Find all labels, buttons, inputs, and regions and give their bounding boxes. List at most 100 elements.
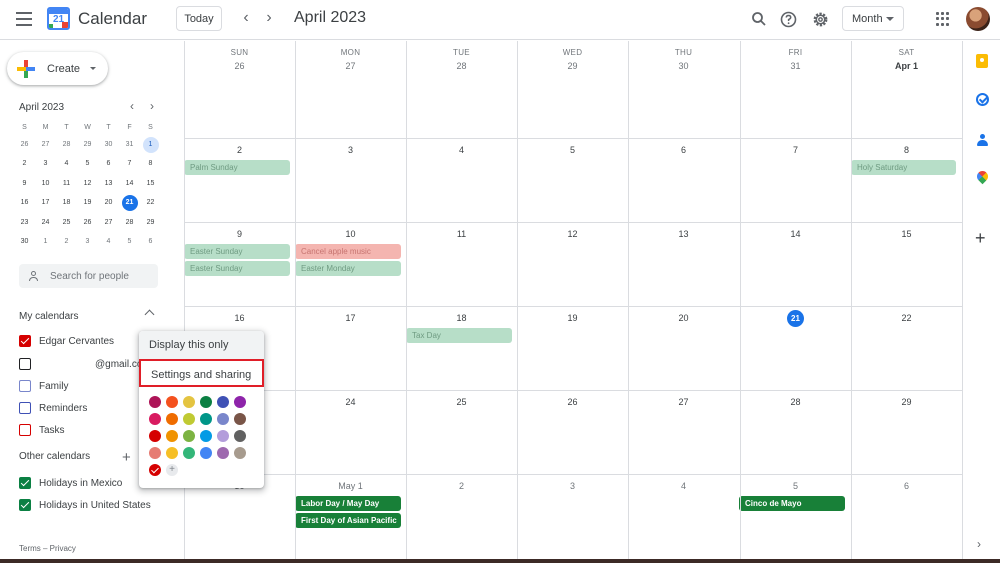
checkbox[interactable]	[19, 424, 31, 436]
event-chip[interactable]: Palm Sunday	[184, 160, 290, 175]
day-number[interactable]: 4	[628, 481, 739, 491]
mini-day[interactable]: 15	[140, 174, 161, 194]
day-number[interactable]: 3	[295, 145, 406, 155]
mini-day[interactable]: 29	[140, 213, 161, 233]
mini-day[interactable]: 8	[140, 155, 161, 175]
day-number[interactable]: 2	[406, 481, 517, 491]
mini-day[interactable]: 30	[14, 233, 35, 253]
color-swatch[interactable]	[166, 430, 178, 442]
color-swatch[interactable]	[149, 447, 161, 459]
day-number[interactable]: 18	[406, 313, 517, 323]
settings-icon[interactable]	[809, 8, 831, 30]
day-number[interactable]: 5	[740, 481, 851, 491]
checkbox[interactable]	[19, 380, 31, 392]
maps-icon[interactable]	[974, 168, 991, 185]
event-chip[interactable]: Labor Day / May Day	[295, 496, 401, 511]
day-number[interactable]: 19	[517, 313, 628, 323]
mini-day[interactable]: 16	[14, 194, 35, 214]
day-number[interactable]: 27	[295, 61, 406, 71]
mini-day[interactable]: 27	[35, 135, 56, 155]
mini-day[interactable]: 2	[14, 155, 35, 175]
color-swatch[interactable]	[234, 430, 246, 442]
mini-day[interactable]: 5	[119, 233, 140, 253]
mini-day[interactable]: 26	[14, 135, 35, 155]
color-swatch[interactable]	[200, 430, 212, 442]
mini-day[interactable]: 22	[140, 194, 161, 214]
event-chip[interactable]: Easter Sunday	[184, 261, 290, 276]
day-number[interactable]: 25	[406, 397, 517, 407]
color-swatch[interactable]	[166, 396, 178, 408]
mini-day[interactable]: 1	[140, 135, 161, 155]
calendar-item-holidays-us[interactable]: Holidays in United States	[19, 498, 151, 512]
color-swatch[interactable]	[183, 413, 195, 425]
color-swatch[interactable]	[166, 413, 178, 425]
checkbox[interactable]	[19, 335, 31, 347]
color-swatch[interactable]	[234, 447, 246, 459]
day-number[interactable]: 15	[851, 229, 962, 239]
day-number[interactable]: 9	[184, 229, 295, 239]
mini-day[interactable]: 11	[56, 174, 77, 194]
event-chip[interactable]: Holy Saturday	[851, 160, 956, 175]
menu-icon[interactable]	[16, 12, 32, 26]
day-number[interactable]: 7	[740, 145, 851, 155]
day-number[interactable]: 31	[740, 61, 851, 71]
settings-and-sharing-option[interactable]: Settings and sharing	[139, 359, 264, 387]
add-custom-color-icon[interactable]: +	[166, 464, 178, 476]
tasks-icon[interactable]	[976, 93, 989, 106]
day-number[interactable]: 12	[517, 229, 628, 239]
help-icon[interactable]	[777, 8, 799, 30]
day-number[interactable]: 5	[517, 145, 628, 155]
mini-day[interactable]: 2	[56, 233, 77, 253]
day-number[interactable]: 27	[628, 397, 739, 407]
mini-prev-icon[interactable]: ‹	[126, 99, 138, 113]
checkbox[interactable]	[19, 358, 31, 370]
day-number[interactable]: 6	[851, 481, 962, 491]
mini-day[interactable]: 31	[119, 135, 140, 155]
mini-day[interactable]: 24	[35, 213, 56, 233]
color-swatch[interactable]	[217, 430, 229, 442]
prev-period-button[interactable]: ‹	[239, 9, 253, 27]
mini-day[interactable]: 10	[35, 174, 56, 194]
mini-day[interactable]: 1	[35, 233, 56, 253]
mini-day[interactable]: 6	[140, 233, 161, 253]
day-number[interactable]: 4	[406, 145, 517, 155]
add-calendar-icon[interactable]: +	[122, 450, 131, 465]
contacts-icon[interactable]	[977, 134, 988, 146]
mini-day[interactable]: 17	[35, 194, 56, 214]
mini-day[interactable]: 20	[98, 194, 119, 214]
selected-color-swatch[interactable]	[149, 464, 161, 476]
day-number[interactable]: 28	[406, 61, 517, 71]
calendar-item-tasks[interactable]: Tasks	[19, 423, 65, 437]
mini-day[interactable]: 3	[35, 155, 56, 175]
search-icon[interactable]	[748, 8, 770, 30]
event-chip[interactable]: Cinco de Mayo	[739, 496, 845, 511]
calendar-item-edgar[interactable]: Edgar Cervantes	[19, 334, 114, 348]
chevron-up-icon[interactable]	[144, 309, 155, 320]
keep-icon[interactable]	[976, 54, 988, 68]
color-swatch[interactable]	[200, 447, 212, 459]
day-number[interactable]: 11	[406, 229, 517, 239]
color-swatch[interactable]	[183, 447, 195, 459]
event-chip[interactable]: Easter Sunday	[184, 244, 290, 259]
mini-day[interactable]: 12	[77, 174, 98, 194]
mini-day[interactable]: 14	[119, 174, 140, 194]
mini-day[interactable]: 23	[14, 213, 35, 233]
day-number[interactable]: 28	[740, 397, 851, 407]
color-swatch[interactable]	[149, 413, 161, 425]
mini-day[interactable]: 13	[98, 174, 119, 194]
chevron-right-icon[interactable]: ›	[977, 537, 981, 551]
display-this-only-option[interactable]: Display this only	[139, 331, 264, 359]
day-number[interactable]: 6	[628, 145, 739, 155]
mini-day[interactable]: 3	[77, 233, 98, 253]
mini-day[interactable]: 25	[56, 213, 77, 233]
mini-day[interactable]: 9	[14, 174, 35, 194]
color-swatch[interactable]	[234, 396, 246, 408]
color-swatch[interactable]	[217, 396, 229, 408]
day-number[interactable]: Apr 1	[851, 61, 962, 71]
create-button[interactable]: Create	[7, 52, 108, 85]
mini-day[interactable]: 4	[56, 155, 77, 175]
event-chip[interactable]: Cancel apple music	[295, 244, 401, 259]
color-swatch[interactable]	[166, 447, 178, 459]
mini-day[interactable]: 28	[56, 135, 77, 155]
view-selector[interactable]: Month	[842, 6, 904, 31]
